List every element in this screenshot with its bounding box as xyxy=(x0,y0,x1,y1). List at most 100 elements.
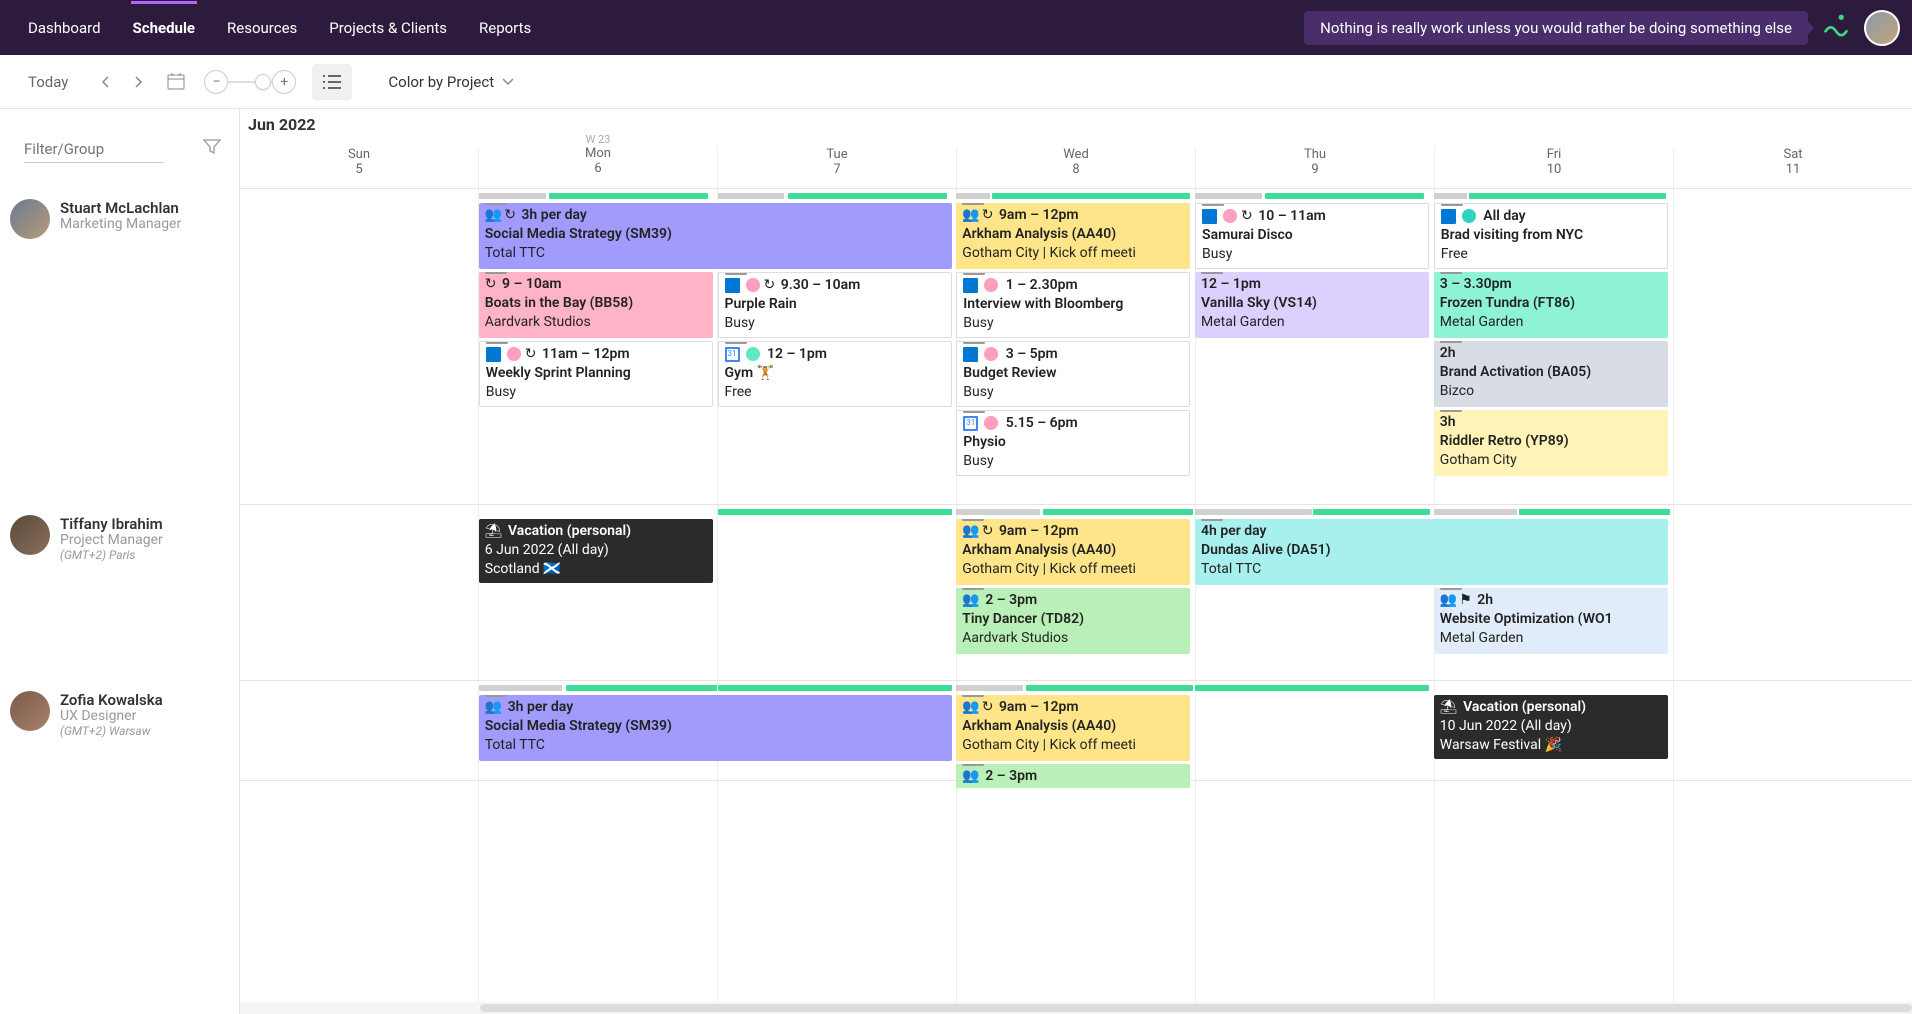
event[interactable]: ⛱ Vacation (personal)6 Jun 2022 (All day… xyxy=(479,519,713,583)
status-dot-icon xyxy=(984,278,998,292)
event[interactable]: ↻ 9 – 10amBoats in the Bay (BB58)Aardvar… xyxy=(479,272,713,338)
umbrella-icon: ⛱ xyxy=(485,522,503,541)
event[interactable]: 12 – 1pmVanilla Sky (VS14)Metal Garden xyxy=(1195,272,1429,338)
event[interactable]: ↻ 11am – 12pmWeekly Sprint PlanningBusy xyxy=(479,341,713,407)
outlook-icon xyxy=(963,278,978,293)
recurring-icon: ↻ xyxy=(982,698,994,717)
event[interactable]: 1 – 2.30pmInterview with BloombergBusy xyxy=(956,272,1190,338)
zoom-slider[interactable] xyxy=(227,81,273,83)
event[interactable]: 👥⚑ 2hWebsite Optimization (WO1Metal Gard… xyxy=(1434,588,1668,654)
event[interactable]: 4h per dayDundas Alive (DA51)Total TTC xyxy=(1195,519,1668,585)
filter-input[interactable] xyxy=(24,136,164,163)
gcal-icon xyxy=(725,347,740,362)
zoom-control: − + xyxy=(204,70,296,94)
people-icon: 👥 xyxy=(962,206,979,225)
recurring-icon: ↻ xyxy=(525,345,537,364)
event[interactable]: 3 – 3.30pmFrozen Tundra (FT86)Metal Gard… xyxy=(1434,272,1668,338)
event[interactable]: 12 – 1pmGym 🏋️Free xyxy=(718,341,952,407)
calendar-body[interactable]: 👥↻ 3h per daySocial Media Strategy (SM39… xyxy=(240,189,1912,1014)
recurring-icon: ↻ xyxy=(764,276,776,295)
today-button[interactable]: Today xyxy=(18,67,78,97)
calendar-header: Jun 2022 Sun5 W 23Mon6 Tue7 Wed8 Thu9 Fr… xyxy=(240,109,1912,189)
color-by-label: Color by Project xyxy=(388,73,494,91)
event[interactable]: All dayBrad visiting from NYCFree xyxy=(1434,203,1668,269)
nav-left: Dashboard Schedule Resources Projects & … xyxy=(12,1,547,55)
calendar-icon[interactable] xyxy=(166,71,188,93)
outlook-icon xyxy=(725,278,740,293)
avatar xyxy=(10,691,50,731)
event[interactable]: ↻ 9.30 – 10amPurple RainBusy xyxy=(718,272,952,338)
outlook-icon xyxy=(486,347,501,362)
resource-role: Marketing Manager xyxy=(60,216,181,232)
people-icon: 👥 xyxy=(485,206,502,225)
resource-stuart[interactable]: Stuart McLachlan Marketing Manager xyxy=(0,189,239,505)
event[interactable]: 👥↻ 9am – 12pmArkham Analysis (AA40)Gotha… xyxy=(956,519,1190,585)
resource-tiffany[interactable]: Tiffany Ibrahim Project Manager (GMT+2) … xyxy=(0,505,239,681)
event[interactable]: 👥↻ 3h per daySocial Media Strategy (SM39… xyxy=(479,203,952,269)
event[interactable]: 👥 3h per daySocial Media Strategy (SM39)… xyxy=(479,695,952,761)
nav-dashboard[interactable]: Dashboard xyxy=(12,1,117,55)
lane-stuart: 👥↻ 3h per daySocial Media Strategy (SM39… xyxy=(240,189,1912,505)
event[interactable]: 👥↻ 9am – 12pmArkham Analysis (AA40)Gotha… xyxy=(956,203,1190,269)
resource-role: UX Designer xyxy=(60,708,163,724)
umbrella-icon: ⛱ xyxy=(1440,698,1458,717)
nav-resources[interactable]: Resources xyxy=(211,1,313,55)
flag-icon: ⚑ xyxy=(1459,591,1472,610)
status-dot-icon xyxy=(507,347,521,361)
nav-schedule[interactable]: Schedule xyxy=(117,1,211,55)
gcal-icon xyxy=(963,416,978,431)
recurring-icon: ↻ xyxy=(982,522,994,541)
event[interactable]: 3hRiddler Retro (YP89)Gotham City xyxy=(1434,410,1668,476)
outlook-icon xyxy=(963,347,978,362)
nav-projects[interactable]: Projects & Clients xyxy=(313,1,463,55)
status-dot-icon xyxy=(746,278,760,292)
status-dot-icon xyxy=(1223,209,1237,223)
top-nav: Dashboard Schedule Resources Projects & … xyxy=(0,0,1912,55)
event[interactable]: ⛱ Vacation (personal)10 Jun 2022 (All da… xyxy=(1434,695,1668,759)
resource-name: Tiffany Ibrahim xyxy=(60,515,163,533)
people-icon: 👥 xyxy=(962,698,979,717)
people-icon: 👥 xyxy=(962,591,979,610)
sidebar: Stuart McLachlan Marketing Manager Tiffa… xyxy=(0,109,240,1014)
zoom-in-button[interactable]: + xyxy=(272,70,296,94)
event[interactable]: 5.15 – 6pmPhysioBusy xyxy=(956,410,1190,476)
resource-role: Project Manager xyxy=(60,532,163,548)
recurring-icon: ↻ xyxy=(485,275,497,294)
resource-zofia[interactable]: Zofia Kowalska UX Designer (GMT+2) Warsa… xyxy=(0,681,239,857)
event[interactable]: ↻ 10 – 11amSamurai DiscoBusy xyxy=(1195,203,1429,269)
quote-banner: Nothing is really work unless you would … xyxy=(1304,11,1808,45)
resource-tz: (GMT+2) Paris xyxy=(60,548,163,562)
people-icon: 👥 xyxy=(1440,591,1457,610)
nav-reports[interactable]: Reports xyxy=(463,1,547,55)
recurring-icon: ↻ xyxy=(1241,207,1253,226)
chevron-down-icon xyxy=(502,78,514,86)
outlook-icon xyxy=(1441,209,1456,224)
h-scrollbar[interactable] xyxy=(240,1002,1912,1014)
toolbar: Today − + Color by Project xyxy=(0,55,1912,109)
app-logo-icon[interactable] xyxy=(1822,12,1850,44)
filter-icon[interactable] xyxy=(203,139,221,159)
event[interactable]: 👥↻ 9am – 12pmArkham Analysis (AA40)Gotha… xyxy=(956,695,1190,761)
list-view-toggle[interactable] xyxy=(312,64,352,100)
event[interactable]: 3 – 5pmBudget ReviewBusy xyxy=(956,341,1190,407)
user-avatar[interactable] xyxy=(1864,10,1900,46)
outlook-icon xyxy=(1202,209,1217,224)
zoom-out-button[interactable]: − xyxy=(204,70,228,94)
lane-zofia: 👥 3h per daySocial Media Strategy (SM39)… xyxy=(240,681,1912,781)
event[interactable]: 2hBrand Activation (BA05)Bizco xyxy=(1434,341,1668,407)
resource-name: Stuart McLachlan xyxy=(60,199,181,217)
avatar xyxy=(10,199,50,239)
avatar xyxy=(10,515,50,555)
people-icon: 👥 xyxy=(485,698,502,717)
next-arrow-icon[interactable] xyxy=(126,70,150,94)
month-label: Jun 2022 xyxy=(248,115,316,134)
people-icon: 👥 xyxy=(962,522,979,541)
prev-arrow-icon[interactable] xyxy=(94,70,118,94)
recurring-icon: ↻ xyxy=(504,206,516,225)
status-dot-icon xyxy=(746,347,760,361)
status-dot-icon xyxy=(984,416,998,430)
event[interactable]: 👥 2 – 3pmTiny Dancer (TD82)Aardvark Stud… xyxy=(956,588,1190,654)
event[interactable]: 👥 2 – 3pm xyxy=(956,764,1190,788)
people-icon: 👥 xyxy=(962,767,979,786)
color-by-dropdown[interactable]: Color by Project xyxy=(388,73,514,91)
